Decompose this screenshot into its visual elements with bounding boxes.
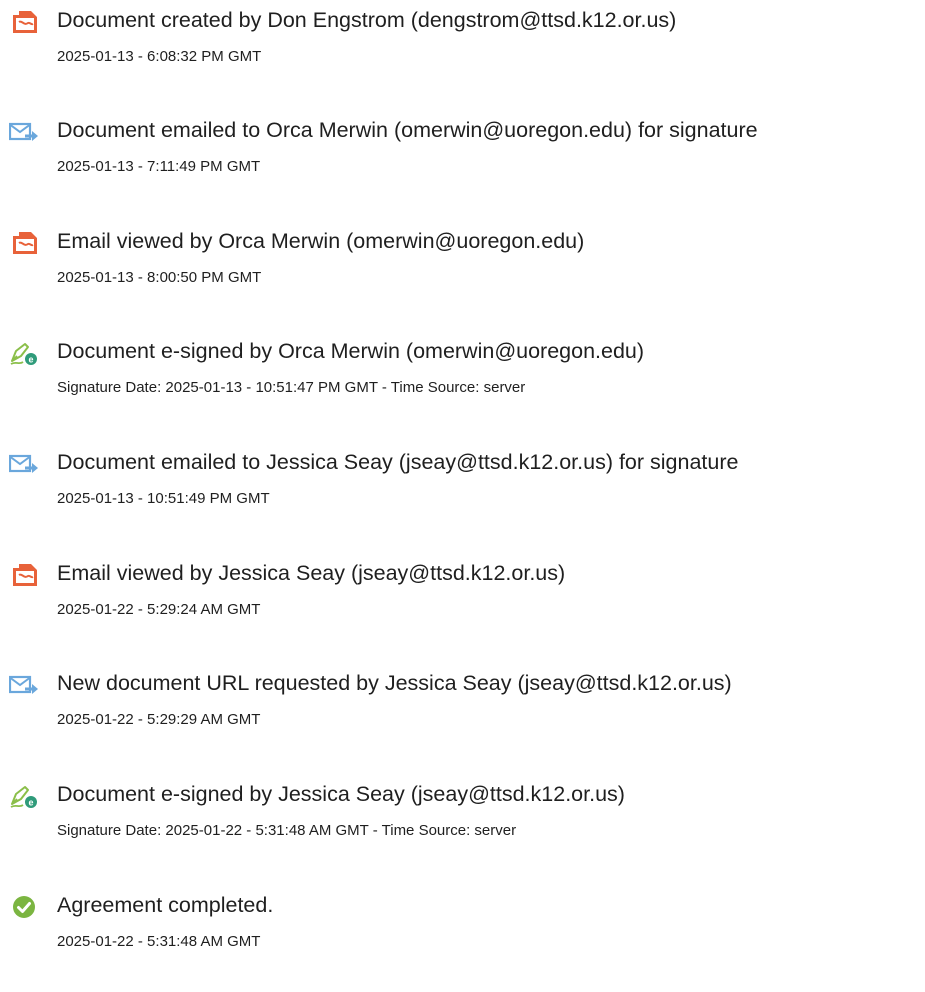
document-icon xyxy=(9,230,39,256)
email-sent-icon xyxy=(9,451,39,477)
event-timestamp: 2025-01-13 - 7:11:49 PM GMT xyxy=(57,158,261,175)
audit-event: Agreement completed. 2025-01-22 - 5:31:4… xyxy=(0,885,925,965)
event-title: Document emailed to Orca Merwin (omerwin… xyxy=(57,118,758,142)
event-title: Email viewed by Orca Merwin (omerwin@uor… xyxy=(57,229,585,253)
event-timestamp: Signature Date: 2025-01-13 - 10:51:47 PM… xyxy=(57,379,526,396)
event-title: Document e-signed by Orca Merwin (omerwi… xyxy=(57,339,645,363)
event-title: Document emailed to Jessica Seay (jseay@… xyxy=(57,450,739,474)
audit-event: Document emailed to Jessica Seay (jseay@… xyxy=(0,442,925,522)
document-icon xyxy=(9,562,39,588)
event-timestamp: 2025-01-22 - 5:31:48 AM GMT xyxy=(57,933,261,950)
event-timestamp: 2025-01-22 - 5:29:29 AM GMT xyxy=(57,711,261,728)
svg-text:e: e xyxy=(28,798,33,808)
event-timestamp: Signature Date: 2025-01-22 - 5:31:48 AM … xyxy=(57,822,517,839)
event-title: New document URL requested by Jessica Se… xyxy=(57,671,732,695)
audit-event: Email viewed by Jessica Seay (jseay@ttsd… xyxy=(0,553,925,633)
e-sign-pen-icon: e xyxy=(9,340,39,366)
event-timestamp: 2025-01-13 - 10:51:49 PM GMT xyxy=(57,490,270,507)
check-circle-icon xyxy=(9,894,39,920)
event-timestamp: 2025-01-22 - 5:29:24 AM GMT xyxy=(57,601,261,618)
svg-text:e: e xyxy=(28,355,33,365)
audit-event: e Document e-signed by Orca Merwin (omer… xyxy=(0,331,925,411)
event-timestamp: 2025-01-13 - 6:08:32 PM GMT xyxy=(57,48,262,65)
audit-event: Document emailed to Orca Merwin (omerwin… xyxy=(0,110,925,190)
event-title: Document e-signed by Jessica Seay (jseay… xyxy=(57,782,625,806)
audit-event: e Document e-signed by Jessica Seay (jse… xyxy=(0,774,925,854)
event-timestamp: 2025-01-13 - 8:00:50 PM GMT xyxy=(57,269,262,286)
document-icon xyxy=(9,9,39,35)
email-sent-icon xyxy=(9,119,39,145)
audit-event: Email viewed by Orca Merwin (omerwin@uor… xyxy=(0,221,925,301)
event-title: Document created by Don Engstrom (dengst… xyxy=(57,8,677,32)
audit-event: Document created by Don Engstrom (dengst… xyxy=(0,0,925,80)
event-title: Email viewed by Jessica Seay (jseay@ttsd… xyxy=(57,561,566,585)
e-sign-pen-icon: e xyxy=(9,783,39,809)
email-sent-icon xyxy=(9,672,39,698)
event-title: Agreement completed. xyxy=(57,893,274,917)
audit-event: New document URL requested by Jessica Se… xyxy=(0,663,925,743)
